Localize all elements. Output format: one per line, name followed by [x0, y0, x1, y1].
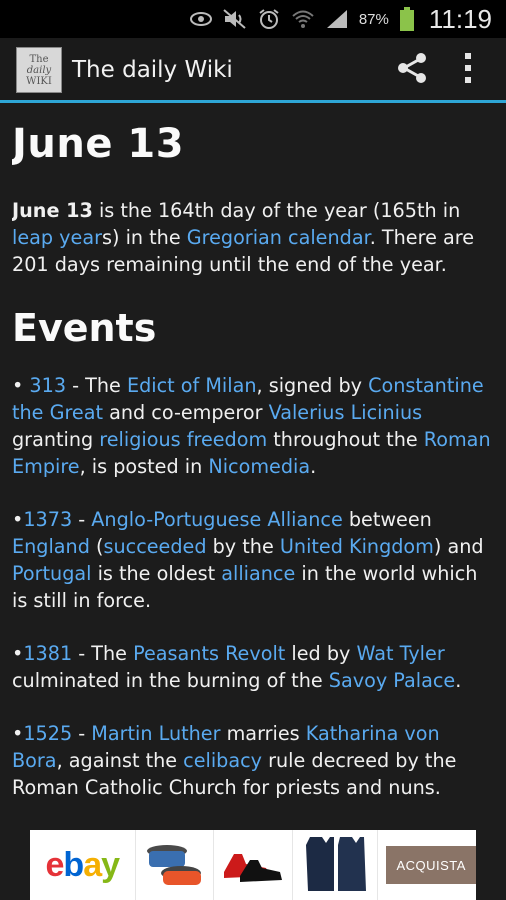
event-text: and co-emperor: [103, 401, 269, 424]
intro-text: s) in the: [101, 226, 187, 249]
event-link[interactable]: United Kingdom: [280, 535, 434, 558]
event-text: - The: [66, 374, 127, 397]
battery-icon: [399, 7, 415, 31]
app-logo[interactable]: The daily WIKI: [16, 47, 62, 93]
event-bullet: •: [12, 722, 24, 745]
event-link[interactable]: England: [12, 535, 90, 558]
event-link[interactable]: celibacy: [183, 749, 262, 772]
event-bullet: •: [12, 374, 30, 397]
event-link[interactable]: Edict of Milan: [127, 374, 257, 397]
event-text: culminated in the burning of the: [12, 669, 329, 692]
battery-percent: 87%: [358, 10, 389, 28]
event-text: -: [72, 722, 92, 745]
event-text: , is posted in: [79, 455, 209, 478]
event-item: •1373 - Anglo-Portuguese Alliance betwee…: [12, 506, 494, 614]
app-title: The daily Wiki: [72, 57, 233, 83]
logo-text-3: WIKI: [26, 75, 52, 87]
coat-icon: [300, 833, 370, 897]
event-link[interactable]: Portugal: [12, 562, 91, 585]
signal-icon: [325, 8, 349, 30]
event-text: .: [455, 669, 462, 692]
ebay-logo-letter: a: [83, 845, 102, 884]
link-leap-year[interactable]: leap year: [12, 226, 102, 249]
event-link[interactable]: Martin Luther: [91, 722, 220, 745]
buy-button[interactable]: ACQUISTA: [386, 846, 476, 884]
logo-text-1: The: [29, 53, 49, 65]
intro-text: is the 164th day of the year (165th in: [92, 199, 461, 222]
event-item: •1381 - The Peasants Revolt led by Wat T…: [12, 640, 494, 694]
event-link[interactable]: Anglo-Portuguese Alliance: [91, 508, 342, 531]
ebay-logo-letter: e: [45, 845, 64, 884]
event-text: between: [342, 508, 432, 531]
product-shoes[interactable]: [214, 830, 293, 900]
event-year-link[interactable]: 1373: [23, 508, 72, 531]
event-text: throughout the: [267, 428, 424, 451]
event-text: led by: [285, 642, 357, 665]
event-text: , against the: [56, 749, 184, 772]
events-list: • 313 - The Edict of Milan, signed by Co…: [12, 372, 494, 801]
event-text: is the oldest: [91, 562, 222, 585]
event-item: • 313 - The Edict of Milan, signed by Co…: [12, 372, 494, 480]
wifi-icon: [291, 8, 315, 30]
shoes-icon: [220, 842, 286, 888]
event-bullet: •: [12, 642, 24, 665]
ebay-logo[interactable]: ebay: [30, 830, 136, 900]
product-cookware[interactable]: [136, 830, 215, 900]
event-link[interactable]: Savoy Palace: [329, 669, 455, 692]
ebay-logo-letter: b: [63, 845, 84, 884]
share-button[interactable]: [384, 42, 440, 98]
product-coat[interactable]: [293, 830, 379, 900]
alarm-icon: [257, 8, 281, 30]
share-icon: [395, 51, 429, 89]
logo-text-2: daily: [26, 64, 52, 76]
event-text: - The: [72, 642, 134, 665]
event-year-link[interactable]: 313: [29, 374, 66, 397]
link-gregorian-calendar[interactable]: Gregorian calendar: [187, 226, 370, 249]
event-year-link[interactable]: 1525: [23, 722, 72, 745]
event-link[interactable]: Nicomedia: [208, 455, 310, 478]
event-text: granting: [12, 428, 100, 451]
overflow-menu-icon: [463, 52, 473, 88]
event-link[interactable]: Valerius Licinius: [269, 401, 423, 424]
mute-icon: [223, 8, 247, 30]
event-text: , signed by: [256, 374, 369, 397]
ad-banner[interactable]: ebay ACQUISTA: [30, 830, 476, 900]
event-text: by the: [206, 535, 280, 558]
event-text: -: [72, 508, 92, 531]
ebay-logo-letter: y: [101, 845, 120, 884]
status-bar: 87% 11:19: [0, 0, 506, 38]
app-bar: The daily WIKI The daily Wiki: [0, 38, 506, 102]
overflow-menu-button[interactable]: [440, 42, 496, 98]
event-link[interactable]: religious freedom: [99, 428, 267, 451]
event-link[interactable]: alliance: [221, 562, 295, 585]
eye-icon: [189, 8, 213, 30]
article[interactable]: June 13 June 13 is the 164th day of the …: [12, 103, 494, 828]
intro-bold: June 13: [12, 199, 93, 222]
event-bullet: •: [12, 508, 24, 531]
cookware-icon: [143, 837, 205, 893]
event-link[interactable]: Wat Tyler: [356, 642, 444, 665]
article-intro: June 13 is the 164th day of the year (16…: [12, 197, 494, 278]
event-year-link[interactable]: 1381: [23, 642, 72, 665]
section-title-events: Events: [12, 306, 157, 350]
event-text: .: [310, 455, 317, 478]
event-text: (: [89, 535, 104, 558]
event-text: ) and: [433, 535, 484, 558]
event-item: •1525 - Martin Luther marries Katharina …: [12, 720, 494, 801]
event-link[interactable]: Peasants Revolt: [133, 642, 285, 665]
event-link[interactable]: succeeded: [104, 535, 207, 558]
event-text: marries: [220, 722, 306, 745]
clock: 11:19: [428, 3, 492, 34]
page-title: June 13: [12, 121, 185, 167]
